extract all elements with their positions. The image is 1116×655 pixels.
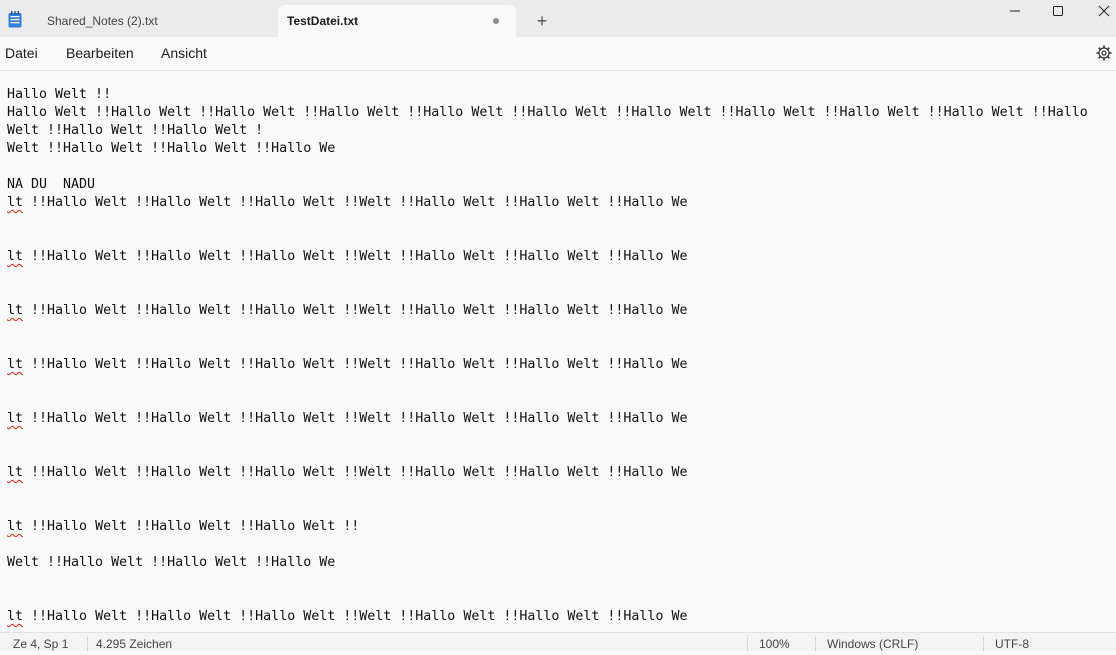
line-text: !!Hallo Welt !!Hallo Welt !!Hallo Welt !… <box>23 195 688 210</box>
notepad-icon <box>8 11 22 28</box>
encoding[interactable]: UTF-8 <box>995 633 1029 655</box>
text-line: Welt !!Hallo Welt !!Hallo Welt !!Hallo W… <box>7 141 336 156</box>
tab-label: Shared_Notes (2).txt <box>47 14 158 28</box>
status-divider <box>815 637 816 651</box>
spelling-error-word[interactable]: lt <box>7 519 23 534</box>
text-line: lt !!Hallo Welt !!Hallo Welt !!Hallo Wel… <box>7 356 687 374</box>
close-button[interactable] <box>1081 0 1116 22</box>
text-line: lt !!Hallo Welt !!Hallo Welt !!Hallo Wel… <box>7 410 687 428</box>
spelling-error-word[interactable]: lt <box>7 465 23 480</box>
line-text: !!Hallo Welt !!Hallo Welt !!Hallo Welt !… <box>23 357 688 372</box>
cursor-position: Ze 4, Sp 1 <box>13 637 69 651</box>
new-tab-button[interactable]: + <box>528 8 556 36</box>
maximize-icon <box>1053 6 1063 16</box>
tab-label: TestDatei.txt <box>287 14 359 28</box>
text-line: lt !!Hallo Welt !!Hallo Welt !!Hallo Wel… <box>7 464 687 482</box>
line-text: !!Hallo Welt !!Hallo Welt !!Hallo Welt !… <box>23 609 688 624</box>
close-icon <box>1098 5 1110 17</box>
text-line: lt !!Hallo Welt !!Hallo Welt !!Hallo Wel… <box>7 518 359 536</box>
text-line: Hallo Welt !!Hallo Welt !!Hallo Welt !!H… <box>7 105 1088 120</box>
line-text: !!Hallo Welt !!Hallo Welt !!Hallo Welt !… <box>23 249 688 264</box>
text-line: lt !!Hallo Welt !!Hallo Welt !!Hallo Wel… <box>7 194 687 212</box>
spelling-error-word[interactable]: lt <box>7 195 23 210</box>
text-line: lt !!Hallo Welt !!Hallo Welt !!Hallo Wel… <box>7 608 687 626</box>
menu-view[interactable]: Ansicht <box>161 37 207 70</box>
status-divider <box>983 637 984 651</box>
status-divider <box>87 637 88 651</box>
unsaved-indicator-icon[interactable] <box>493 18 499 24</box>
gear-icon[interactable] <box>1096 45 1112 61</box>
text-line: lt !!Hallo Welt !!Hallo Welt !!Hallo Wel… <box>7 248 687 266</box>
line-text: !!Hallo Welt !!Hallo Welt !!Hallo Welt !… <box>23 465 688 480</box>
tab-shared-notes[interactable]: Shared_Notes (2).txt <box>28 5 274 37</box>
status-divider <box>747 637 748 651</box>
line-text: !!Hallo Welt !!Hallo Welt !!Hallo Welt !… <box>23 411 688 426</box>
status-bar: Ze 4, Sp 1 4.295 Zeichen 100% Windows (C… <box>0 632 1116 651</box>
tab-testdatei[interactable]: TestDatei.txt <box>278 5 516 37</box>
text-line: NA DU NADU <box>7 177 96 192</box>
minimize-icon <box>1010 10 1020 12</box>
line-ending[interactable]: Windows (CRLF) <box>827 633 918 655</box>
text-line: Welt !!Hallo Welt !!Hallo Welt !!Hallo W… <box>7 555 336 570</box>
zoom-level[interactable]: 100% <box>759 633 790 655</box>
spelling-error-word[interactable]: lt <box>7 609 23 624</box>
menu-bar: Datei Bearbeiten Ansicht <box>0 37 1116 71</box>
line-text: !!Hallo Welt !!Hallo Welt !!Hallo Welt !… <box>23 519 360 534</box>
character-count: 4.295 Zeichen <box>96 637 173 651</box>
line-text: !!Hallo Welt !!Hallo Welt !!Hallo Welt !… <box>23 303 688 318</box>
spelling-error-word[interactable]: lt <box>7 303 23 318</box>
spelling-error-word[interactable]: lt <box>7 411 23 426</box>
title-bar: Shared_Notes (2).txt TestDatei.txt + <box>0 0 1116 37</box>
menu-edit[interactable]: Bearbeiten <box>66 37 134 70</box>
menu-file[interactable]: Datei <box>5 37 38 70</box>
text-line: Hallo Welt !! <box>7 87 112 102</box>
minimize-button[interactable] <box>992 0 1038 22</box>
spelling-error-word[interactable]: lt <box>7 357 23 372</box>
text-editor[interactable]: Hallo Welt !! Hallo Welt !!Hallo Welt !!H… <box>0 71 1116 631</box>
text-line: Welt !!Hallo Welt !!Hallo Welt ! <box>7 123 264 138</box>
text-line: lt !!Hallo Welt !!Hallo Welt !!Hallo Wel… <box>7 302 687 320</box>
maximize-button[interactable] <box>1035 0 1081 22</box>
spelling-error-word[interactable]: lt <box>7 249 23 264</box>
